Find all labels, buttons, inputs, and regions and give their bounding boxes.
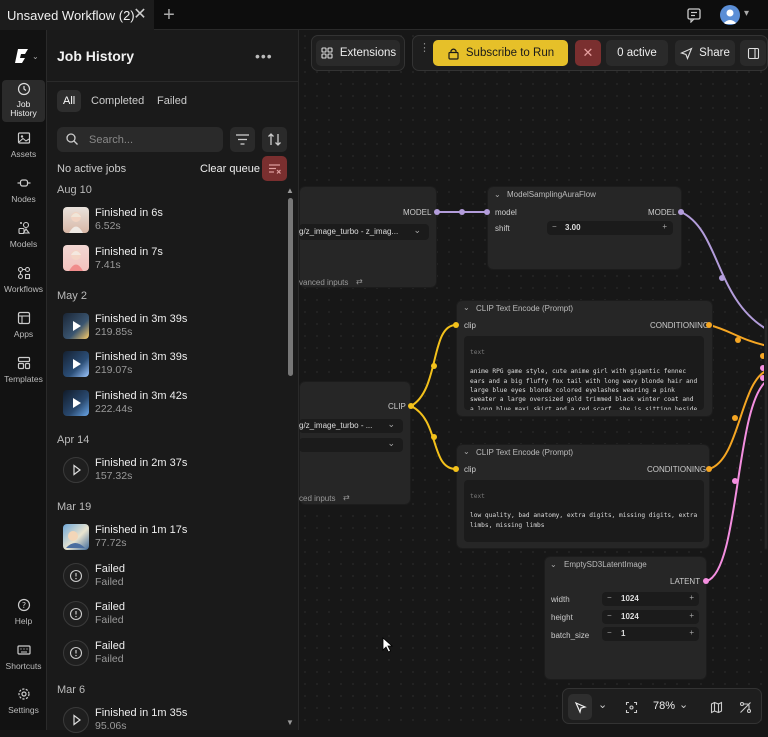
increment-icon[interactable]: + [689, 593, 694, 602]
batch-size-stepper[interactable]: − 1 + [602, 627, 699, 641]
map-icon [710, 701, 722, 713]
input-label: clip [464, 465, 477, 474]
batch-size-value: 1 [621, 629, 626, 638]
advanced-inputs[interactable]: ced inputs [299, 494, 335, 503]
hide-links-icon [739, 701, 751, 713]
advanced-inputs[interactable]: vanced inputs [299, 278, 348, 287]
prompt-textarea[interactable]: text anime RPG game style, cute anime gi… [464, 336, 704, 410]
lock-icon [448, 48, 459, 60]
collapse-chevron-icon[interactable]: ⌄ [494, 190, 501, 199]
active-count: 0 active [617, 47, 657, 59]
toggle-links-button[interactable] [734, 694, 756, 720]
shift-label: shift [495, 224, 510, 233]
collapse-chevron-icon[interactable]: ⌄ [550, 560, 557, 569]
collapse-chevron-icon[interactable]: ⌄ [463, 303, 470, 312]
output-label: MODEL [403, 208, 432, 217]
chevron-down-icon[interactable]: ⌄ [679, 698, 688, 711]
height-stepper[interactable]: − 1024 + [602, 610, 699, 624]
focus-icon [625, 701, 637, 713]
sliders-icon: ⇄ [356, 277, 363, 286]
textarea-label: text [470, 493, 485, 501]
output-port[interactable] [706, 322, 712, 328]
clip-type-select[interactable]: ⌄ [299, 438, 403, 452]
subscribe-label: Subscribe to Run [465, 47, 555, 59]
share-label: Share [699, 47, 730, 59]
cancel-run-button[interactable]: ✕ [575, 40, 601, 66]
minimap-button[interactable] [705, 694, 727, 720]
extensions-button[interactable]: Extensions [316, 40, 400, 66]
close-icon: ✕ [582, 45, 594, 60]
output-port[interactable] [706, 466, 712, 472]
shift-stepper[interactable]: − 3.00 + [547, 221, 673, 235]
textarea-label: text [470, 349, 485, 357]
prompt-text: anime RPG game style, cute anime girl wi… [470, 368, 698, 410]
input-port[interactable] [484, 209, 490, 215]
clip-select[interactable]: g/z_image_turbo - ... ⌄ [299, 419, 403, 433]
zoom-level[interactable]: 78% [653, 700, 675, 712]
chevron-down-icon[interactable]: ⌄ [598, 698, 607, 711]
negative-prompt-textarea[interactable]: text low quality, bad anatomy, extra dig… [464, 480, 704, 542]
output-label: MODEL [648, 208, 677, 217]
fit-view-button[interactable] [620, 694, 642, 720]
send-icon [680, 46, 693, 60]
output-port[interactable] [703, 578, 709, 584]
mouse-cursor [382, 637, 394, 653]
output-port[interactable] [408, 403, 414, 409]
input-label: model [495, 208, 517, 217]
sliders-icon: ⇄ [343, 493, 350, 502]
node-title: EmptySD3LatentImage [564, 560, 647, 569]
shift-value: 3.00 [565, 223, 581, 232]
model-select-value: g/z_image_turbo - z_imag... [299, 227, 399, 236]
decrement-icon[interactable]: − [552, 222, 557, 231]
decrement-icon[interactable]: − [607, 628, 612, 637]
toggle-panel-button[interactable] [740, 40, 766, 66]
output-port[interactable] [678, 209, 684, 215]
share-button[interactable]: Share [675, 40, 735, 66]
width-label: width [551, 595, 570, 604]
panel-right-icon [747, 47, 759, 59]
prompt-text: low quality, bad anatomy, extra digits, … [470, 512, 698, 529]
height-label: height [551, 613, 573, 622]
output-label: CONDITIONING [647, 465, 707, 474]
pointer-icon [574, 701, 587, 714]
clip-select-value: g/z_image_turbo - ... [299, 421, 373, 430]
subscribe-to-run-button[interactable]: Subscribe to Run [433, 40, 568, 66]
puzzle-icon [321, 47, 333, 59]
batch-size-label: batch_size [551, 631, 590, 640]
output-label: LATENT [670, 577, 701, 586]
input-port[interactable] [453, 322, 459, 328]
extensions-label: Extensions [339, 47, 397, 59]
output-port[interactable] [434, 209, 440, 215]
node-title: CLIP Text Encode (Prompt) [476, 304, 574, 313]
input-port[interactable] [453, 466, 459, 472]
ksampler-node-partial[interactable] [764, 318, 768, 550]
select-tool-button[interactable] [568, 694, 592, 720]
width-stepper[interactable]: − 1024 + [602, 592, 699, 606]
increment-icon[interactable]: + [689, 611, 694, 620]
output-label: CLIP [388, 402, 406, 411]
increment-icon[interactable]: + [662, 222, 667, 231]
model-select[interactable]: g/z_image_turbo - z_imag... ⌄ [299, 224, 429, 240]
chevron-down-icon: ⌄ [387, 438, 395, 448]
collapse-chevron-icon[interactable]: ⌄ [463, 447, 470, 456]
node-title: ModelSamplingAuraFlow [507, 190, 596, 199]
height-value: 1024 [621, 612, 639, 621]
output-label: CONDITIONING [650, 321, 710, 330]
input-label: clip [464, 321, 477, 330]
decrement-icon[interactable]: − [607, 611, 612, 620]
decrement-icon[interactable]: − [607, 593, 612, 602]
increment-icon[interactable]: + [689, 628, 694, 637]
chevron-down-icon: ⌄ [387, 419, 395, 429]
active-queue-button[interactable]: 0 active [606, 40, 668, 66]
width-value: 1024 [621, 594, 639, 603]
node-title: CLIP Text Encode (Prompt) [476, 448, 574, 457]
chevron-down-icon: ⌄ [413, 225, 421, 235]
